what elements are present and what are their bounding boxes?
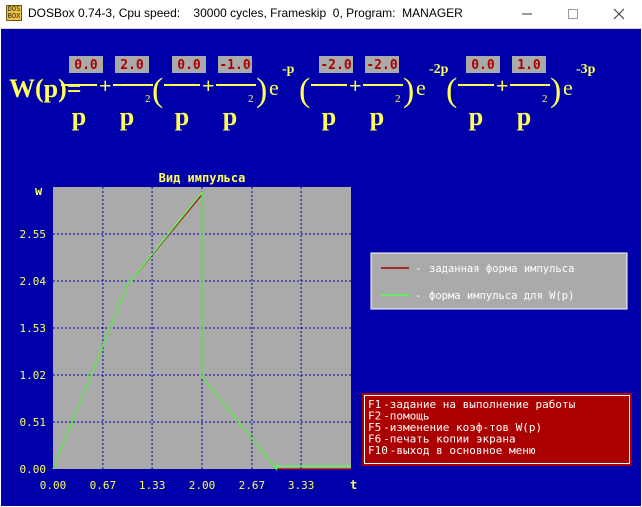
close-icon — [613, 8, 625, 20]
menu-item-key: F10 — [368, 444, 388, 457]
maximize-button[interactable] — [550, 0, 596, 28]
dosbox-icon: DOS BOX — [6, 5, 22, 21]
minimize-button[interactable] — [504, 0, 550, 28]
minimize-icon — [522, 13, 532, 15]
window-title: DOSBox 0.74-3, Cpu speed: 30000 cycles, … — [28, 6, 463, 20]
close-button[interactable] — [596, 0, 642, 28]
maximize-icon — [568, 9, 578, 19]
function-key-menu[interactable]: F1 -задание на выполнение работыF2 -помощь… — [1, 29, 641, 506]
menu-item-text: -выход в основное меню — [390, 444, 536, 457]
menu-item-f10[interactable]: F10 -выход в основное меню — [368, 444, 536, 457]
dos-screen[interactable]: W(p)= 0.0 p +2.0 p 2(0.0 p + -1.0 p 2) e -p(-2.0 p + -2… — [1, 29, 641, 506]
window-titlebar[interactable]: DOS BOX DOSBox 0.74-3, Cpu speed: 30000 … — [0, 0, 642, 29]
